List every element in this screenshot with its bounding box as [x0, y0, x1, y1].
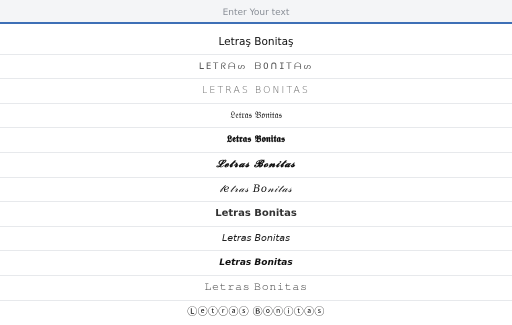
font-style-item[interactable]: Letraş Bonitaş	[0, 30, 512, 55]
font-style-item[interactable]: 𝙇𝙚𝙩𝙧𝙖𝙨 𝘽𝙤𝙣𝙞𝙩𝙖𝙨	[0, 251, 512, 276]
font-style-item[interactable]: 𝔏𝔢𝔱𝔯𝔞𝔰 𝔅𝔬𝔫𝔦𝔱𝔞𝔰	[0, 104, 512, 129]
font-style-item[interactable]: 𝓁𝑒𝓉𝓇𝒶𝓈 𝐵𝑜𝓃𝒾𝓉𝒶𝓈	[0, 178, 512, 203]
font-style-item[interactable]: LETRAS BONITAS	[0, 79, 512, 104]
font-style-item[interactable]: Ⓛⓔⓣⓡⓐⓢ Ⓑⓞⓝⓘⓣⓐⓢ	[0, 301, 512, 325]
font-style-item[interactable]: ᒪEᎢᖇᗩᔕ ᗷOᑎIᎢᗩᔕ	[0, 55, 512, 80]
font-style-item[interactable]: 𝕷𝖊𝖙𝖗𝖆𝖘 𝕭𝖔𝖓𝖎𝖙𝖆𝖘	[0, 128, 512, 153]
font-style-item[interactable]: 𝗟𝗲𝘁𝗿𝗮𝘀 𝗕𝗼𝗻𝗶𝘁𝗮𝘀	[0, 202, 512, 227]
font-style-item[interactable]: 𝙻𝚎𝚝𝚛𝚊𝚜 𝙱𝚘𝚗𝚒𝚝𝚊𝚜	[0, 276, 512, 301]
font-style-list: Letraş Bonitaş ᒪEᎢᖇᗩᔕ ᗷOᑎIᎢᗩᔕ LETRAS BON…	[0, 30, 512, 325]
font-style-item[interactable]: 𝘓𝘦𝘵𝘳𝘢𝘴 𝘉𝘰𝘯𝘪𝘵𝘢𝘴	[0, 227, 512, 252]
font-style-item[interactable]: 𝓛𝓮𝓽𝓻𝓪𝓼 𝓑𝓸𝓷𝓲𝓽𝓪𝓼	[0, 153, 512, 178]
search-bar	[0, 0, 512, 24]
search-input[interactable]	[0, 2, 512, 24]
